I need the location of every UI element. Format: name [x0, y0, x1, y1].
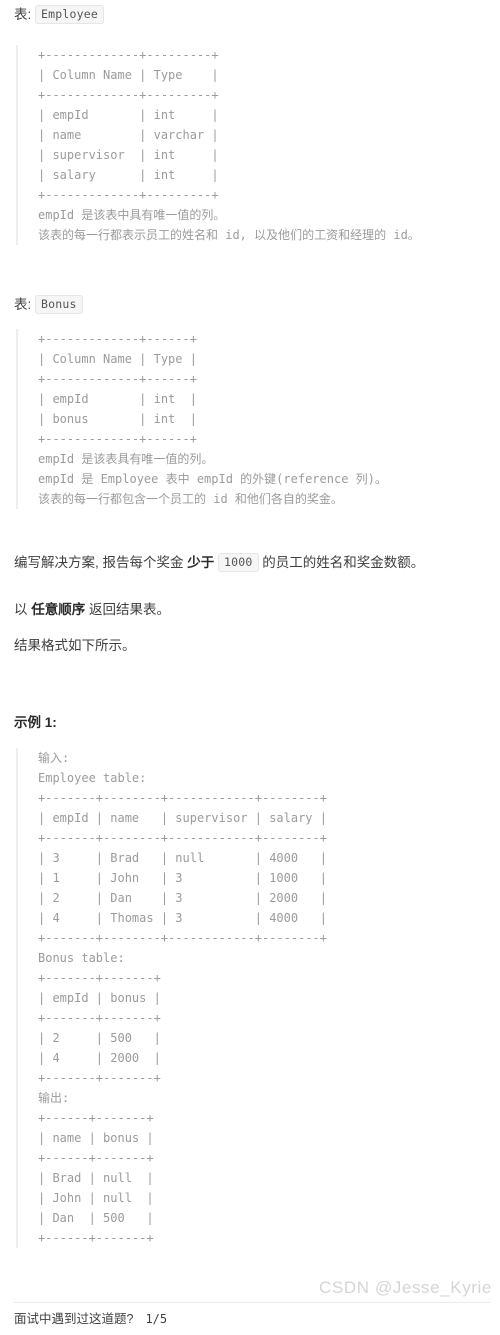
footer-row: 面试中遇到过这道题? 1/5	[14, 1310, 167, 1328]
footer-divider	[14, 1302, 490, 1303]
prompt-text-a: 编写解决方案, 报告每个奖金	[14, 555, 188, 570]
bonus-note-2: empId 是 Employee 表中 empId 的外键(reference …	[38, 472, 387, 486]
prompt-line-3: 结果格式如下所示。	[14, 638, 136, 653]
bonus-schema-code: +-------------+------+ | Column Name | T…	[38, 332, 197, 446]
example-output-table: +------+-------+ | name | bonus | +-----…	[38, 1111, 154, 1245]
example-heading: 示例 1:	[14, 715, 57, 730]
example-bonus-table-label: Bonus table:	[38, 951, 125, 965]
example-bonus-table: +-------+-------+ | empId | bonus | +---…	[38, 971, 161, 1085]
prompt-line-1: 编写解决方案, 报告每个奖金 少于 1000 的员工的姓名和奖金数额。	[0, 553, 434, 573]
employee-note-1: empId 是该表中具有唯一值的列。	[38, 208, 226, 222]
prompt-emph-less-than: 少于	[187, 555, 215, 570]
prompt-line-2: 以 任意顺序 返回结果表。	[0, 600, 180, 620]
table-label-employee: 表: Employee	[0, 5, 105, 24]
table-label-prefix-bonus: 表:	[14, 297, 32, 312]
bonus-note-1: empId 是该表具有唯一值的列。	[38, 452, 214, 466]
example-employee-table: +-------+--------+------------+--------+…	[38, 791, 327, 945]
prompt2-text-a: 以	[14, 602, 32, 617]
footer-counter: 1/5	[145, 1312, 168, 1326]
prompt-text-c: 的员工的姓名和奖金数额。	[258, 555, 425, 570]
bonus-schema-block: +-------------+------+ | Column Name | T…	[16, 329, 387, 509]
employee-schema-code: +-------------+---------+ | Column Name …	[38, 48, 219, 202]
example-output-label: 输出:	[38, 1091, 70, 1105]
example-employee-table-label: Employee table:	[38, 771, 147, 785]
problem-page: 表: Employee +-------------+---------+ | …	[0, 0, 500, 1335]
prompt-emph-any-order: 任意顺序	[31, 602, 86, 617]
example-input-label: 输入:	[38, 751, 70, 765]
footer-question[interactable]: 面试中遇到过这道题?	[14, 1310, 133, 1328]
employee-schema-block: +-------------+---------+ | Column Name …	[16, 45, 420, 245]
bonus-note-3: 该表的每一行都包含一个员工的 id 和他们各自的奖金。	[38, 492, 343, 506]
table-name-chip-employee: Employee	[35, 5, 105, 24]
example-code-block: 输入: Employee table: +-------+--------+--…	[16, 748, 327, 1248]
csdn-watermark: CSDN @Jesse_Kyrie	[319, 1278, 492, 1297]
table-label-bonus: 表: Bonus	[0, 295, 83, 314]
prompt2-text-c: 返回结果表。	[85, 602, 171, 617]
table-label-prefix: 表:	[14, 7, 32, 22]
employee-note-2: 该表的每一行都表示员工的姓名和 id, 以及他们的工资和经理的 id。	[38, 228, 420, 242]
table-name-chip-bonus: Bonus	[35, 295, 83, 314]
prompt-chip-1000: 1000	[218, 553, 259, 572]
